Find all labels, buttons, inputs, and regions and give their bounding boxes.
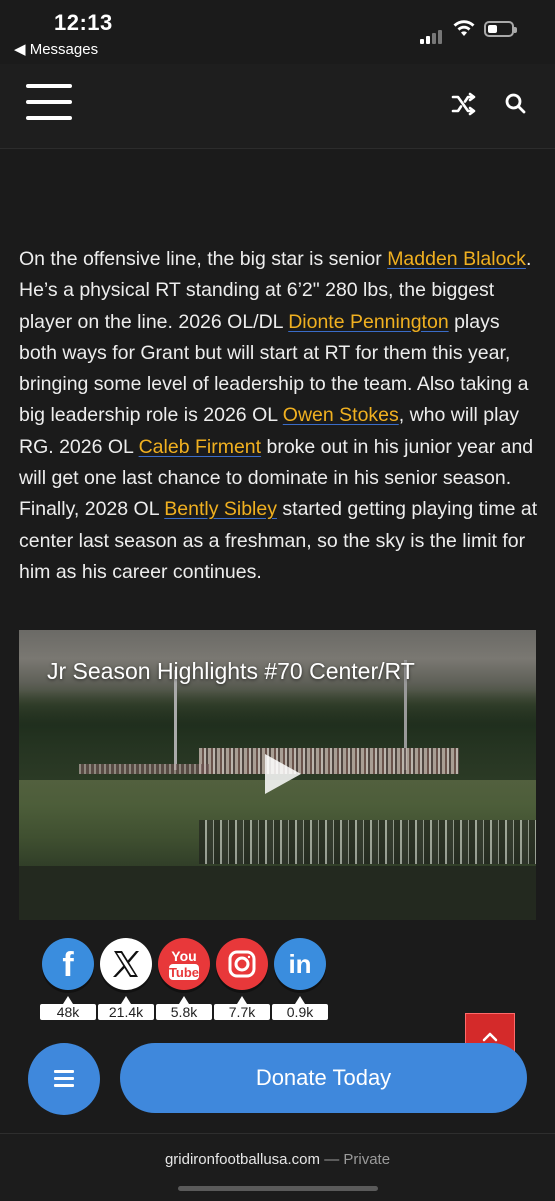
hamburger-icon[interactable] [26,84,72,124]
video-title: Jr Season Highlights #70 Center/RT [47,658,415,684]
home-indicator [178,1186,378,1191]
menu-button[interactable] [28,1043,100,1115]
search-icon[interactable] [503,91,529,117]
facebook-count: 48k [40,1004,96,1020]
instagram-share: 7.7k [214,938,270,1020]
video-player[interactable]: Jr Season Highlights #70 Center/RT [19,630,536,920]
x-icon[interactable] [100,938,152,990]
facebook-icon[interactable]: f [42,938,94,990]
back-to-messages-link[interactable]: ◀ Messages [14,40,98,58]
cellular-signal-icon [420,26,444,44]
video-thumbnail-crowd [79,764,209,774]
linkedin-count: 0.9k [272,1004,328,1020]
player-link[interactable]: Bently Sibley [164,498,277,520]
video-thumbnail-crowd [199,748,459,774]
youtube-count: 5.8k [156,1004,212,1020]
linkedin-icon[interactable]: in [274,938,326,990]
play-icon[interactable] [261,752,305,796]
svg-text:You: You [171,948,196,964]
linkedin-share: in 0.9k [272,938,328,1020]
article-text: On the offensive line, the big star is s… [19,248,388,270]
status-bar: 12:13 ◀ Messages [0,0,555,64]
svg-text:Tube: Tube [169,965,199,980]
player-link[interactable]: Dionte Pennington [288,311,448,333]
browser-url-bar[interactable]: gridironfootballusa.com — Private [0,1133,555,1201]
article-paragraph: On the offensive line, the big star is s… [19,244,539,588]
x-share: 21.4k [98,938,154,1020]
private-label: — Private [320,1151,391,1168]
youtube-icon[interactable]: You Tube [158,938,210,990]
shuffle-icon[interactable] [450,91,478,117]
video-thumbnail-track [19,866,536,920]
clock: 12:13 [54,10,113,35]
video-thumbnail-light-pole [174,670,177,770]
url-text: gridironfootballusa.com — Private [0,1151,555,1168]
site-header [0,64,555,149]
svg-text:f: f [62,946,74,984]
video-thumbnail-players [199,820,536,864]
svg-text:in: in [288,949,311,979]
battery-icon [484,21,517,37]
facebook-share: f 48k [40,938,96,1020]
url-domain: gridironfootballusa.com [164,1151,321,1168]
player-link[interactable]: Caleb Firment [139,436,261,458]
wifi-icon [452,18,476,43]
player-link[interactable]: Madden Blalock [387,248,526,270]
player-link[interactable]: Owen Stokes [283,404,399,426]
youtube-share: You Tube 5.8k [156,938,212,1020]
instagram-count: 7.7k [214,1004,270,1020]
x-count: 21.4k [98,1004,154,1020]
donate-button[interactable]: Donate Today [120,1043,527,1113]
instagram-icon[interactable] [216,938,268,990]
